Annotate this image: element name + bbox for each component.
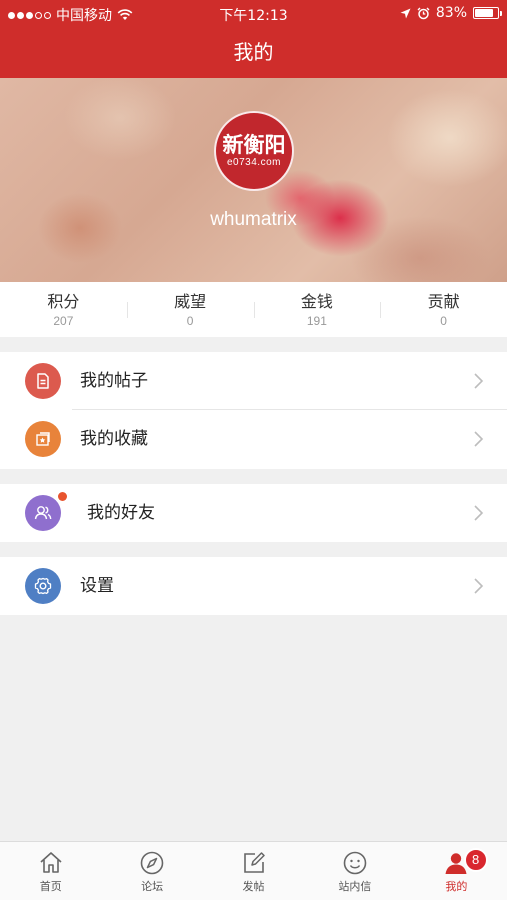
stat-label: 威望 <box>174 292 207 311</box>
stats-row: 积分 207 威望 0 金钱 191 贡献 0 <box>0 282 507 337</box>
stat-label: 贡献 <box>427 292 460 311</box>
stat-value: 0 <box>440 314 447 328</box>
app-header: 中国移动 下午12:13 83% 我的 <box>0 0 507 78</box>
tab-bar: 首页 论坛 发帖 站内信 我的 8 <box>0 841 507 900</box>
tab-label: 站内信 <box>338 880 372 893</box>
menu-group-social: 我的好友 <box>0 484 507 542</box>
unread-badge: 8 <box>463 848 488 872</box>
menu-item-label: 我的收藏 <box>80 429 148 449</box>
menu-item-my-favorites[interactable]: 我的收藏 <box>0 410 507 468</box>
chevron-right-icon <box>474 578 484 594</box>
location-arrow-icon <box>400 8 411 18</box>
chevron-right-icon <box>474 373 484 389</box>
menu-item-my-friends[interactable]: 我的好友 <box>0 484 507 542</box>
stat-money: 金钱 191 <box>253 282 381 337</box>
tab-forum[interactable]: 论坛 <box>101 842 202 900</box>
menu-group-content: 我的帖子 我的收藏 <box>0 352 507 469</box>
notification-dot <box>58 492 67 501</box>
menu-item-my-posts[interactable]: 我的帖子 <box>0 352 507 410</box>
profile-banner: 新衡阳 e0734.com whumatrix <box>0 78 507 282</box>
battery-percent: 83% <box>435 5 467 21</box>
compass-icon <box>140 851 164 875</box>
tab-label: 首页 <box>39 880 62 893</box>
menu-item-label: 设置 <box>80 576 114 596</box>
page-title: 我的 <box>233 40 274 64</box>
avatar-logo-domain: e0734.com <box>227 157 281 168</box>
username: whumatrix <box>210 209 297 230</box>
stat-points: 积分 207 <box>0 282 127 337</box>
tab-label: 发帖 <box>242 880 265 893</box>
stat-label: 金钱 <box>300 292 333 311</box>
tab-home[interactable]: 首页 <box>0 842 101 900</box>
gear-icon <box>25 568 61 604</box>
stat-prestige: 威望 0 <box>126 282 254 337</box>
battery-icon <box>473 7 502 19</box>
tab-label: 我的 <box>445 880 468 893</box>
compose-icon <box>243 852 265 873</box>
stat-contribution: 贡献 0 <box>380 282 507 337</box>
avatar-logo-text: 新衡阳 <box>222 133 286 157</box>
chevron-right-icon <box>474 505 484 521</box>
stat-value: 0 <box>186 314 194 328</box>
stat-label: 积分 <box>47 292 80 311</box>
menu-item-label: 我的好友 <box>87 503 155 523</box>
favorites-icon <box>25 421 61 457</box>
stat-value: 207 <box>53 314 74 328</box>
document-icon <box>25 363 61 399</box>
stat-value: 191 <box>306 314 327 328</box>
tab-compose[interactable]: 发帖 <box>203 842 304 900</box>
chevron-right-icon <box>474 431 484 447</box>
tab-label: 论坛 <box>141 880 164 893</box>
avatar[interactable]: 新衡阳 e0734.com <box>214 111 294 191</box>
status-bar: 中国移动 下午12:13 83% <box>0 0 507 26</box>
friends-icon <box>25 495 61 531</box>
home-icon <box>40 852 62 873</box>
smiley-icon <box>343 851 367 875</box>
alarm-icon <box>417 7 430 19</box>
tab-mine[interactable]: 我的 8 <box>406 842 507 900</box>
menu-item-settings[interactable]: 设置 <box>0 557 507 615</box>
menu-group-settings: 设置 <box>0 557 507 615</box>
menu-item-label: 我的帖子 <box>80 371 148 391</box>
tab-messages[interactable]: 站内信 <box>304 842 405 900</box>
